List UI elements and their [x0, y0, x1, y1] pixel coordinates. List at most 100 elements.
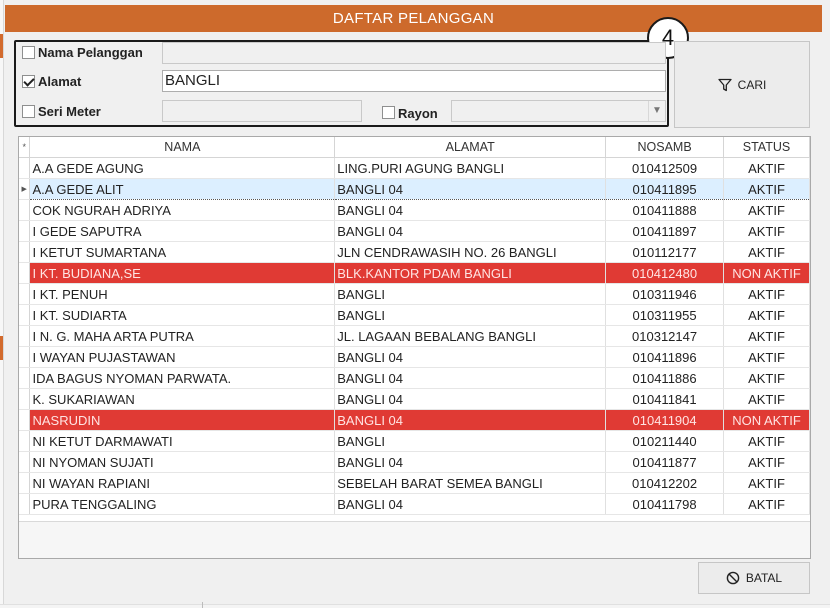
- table-row[interactable]: NASRUDIN BANGLI 04 010411904 NON AKTIF: [19, 409, 810, 431]
- cell-nama[interactable]: PURA TENGGALING: [29, 493, 336, 515]
- cell-nosamb[interactable]: 010411886: [605, 367, 725, 389]
- cell-nama[interactable]: NI WAYAN RAPIANI: [29, 472, 336, 494]
- cell-nama[interactable]: I KT. BUDIANA,SE: [29, 262, 336, 284]
- cell-alamat[interactable]: BANGLI: [334, 283, 607, 305]
- cell-nosamb[interactable]: 010411888: [605, 199, 725, 221]
- cell-status[interactable]: AKTIF: [723, 241, 810, 263]
- cell-nama[interactable]: I KT. PENUH: [29, 283, 336, 305]
- column-header-nosamb[interactable]: NOSAMB: [605, 137, 725, 158]
- cell-status[interactable]: AKTIF: [723, 346, 810, 368]
- cell-nosamb[interactable]: 010311946: [605, 283, 725, 305]
- row-selector[interactable]: [19, 304, 31, 326]
- table-row[interactable]: K. SUKARIAWAN BANGLI 04 010411841 AKTIF: [19, 388, 810, 410]
- row-selector[interactable]: [19, 388, 31, 410]
- cell-nosamb[interactable]: 010412509: [605, 157, 725, 179]
- cell-alamat[interactable]: JL. LAGAAN BEBALANG BANGLI: [334, 325, 607, 347]
- cell-alamat[interactable]: BANGLI 04: [334, 388, 607, 410]
- cell-nosamb[interactable]: 010412202: [605, 472, 725, 494]
- cell-nama[interactable]: I GEDE SAPUTRA: [29, 220, 336, 242]
- cell-status[interactable]: AKTIF: [723, 367, 810, 389]
- cell-alamat[interactable]: BANGLI 04: [334, 346, 607, 368]
- cell-alamat[interactable]: SEBELAH BARAT SEMEA BANGLI: [334, 472, 607, 494]
- cell-status[interactable]: AKTIF: [723, 157, 810, 179]
- cell-nama[interactable]: A.A GEDE AGUNG: [29, 157, 336, 179]
- column-header-nama[interactable]: NAMA: [29, 137, 336, 158]
- table-row[interactable]: I KT. BUDIANA,SE BLK.KANTOR PDAM BANGLI 01…: [19, 262, 810, 284]
- cell-alamat[interactable]: BANGLI 04: [334, 409, 607, 431]
- alamat-input[interactable]: BANGLI: [162, 70, 666, 92]
- cell-nama[interactable]: NI KETUT DARMAWATI: [29, 430, 336, 452]
- row-selector[interactable]: [19, 241, 31, 263]
- table-row[interactable]: I KT. SUDIARTA BANGLI 010311955 AKTIF: [19, 304, 810, 326]
- table-row[interactable]: A.A GEDE AGUNG LING.PURI AGUNG BANGLI 0104…: [19, 157, 810, 179]
- cell-nosamb[interactable]: 010412480: [605, 262, 725, 284]
- table-row[interactable]: I KETUT SUMARTANA JLN CENDRAWASIH NO. 26 …: [19, 241, 810, 263]
- cell-status[interactable]: AKTIF: [723, 220, 810, 242]
- cell-alamat[interactable]: LING.PURI AGUNG BANGLI: [334, 157, 607, 179]
- chevron-down-icon[interactable]: ▼: [648, 101, 665, 121]
- cell-status[interactable]: AKTIF: [723, 199, 810, 221]
- cell-alamat[interactable]: BANGLI 04: [334, 199, 607, 221]
- cell-nama[interactable]: I WAYAN PUJASTAWAN: [29, 346, 336, 368]
- row-selector[interactable]: [19, 430, 31, 452]
- row-selector[interactable]: [19, 409, 31, 431]
- cell-nosamb[interactable]: 010312147: [605, 325, 725, 347]
- cell-nosamb[interactable]: 010411798: [605, 493, 725, 515]
- current-row-arrow-icon[interactable]: ▶: [19, 178, 31, 200]
- cell-nama[interactable]: K. SUKARIAWAN: [29, 388, 336, 410]
- table-row[interactable]: NI KETUT DARMAWATI BANGLI 010211440 AKTIF: [19, 430, 810, 452]
- alamat-checkbox[interactable]: [22, 75, 35, 88]
- cell-nosamb[interactable]: 010211440: [605, 430, 725, 452]
- cell-status[interactable]: AKTIF: [723, 451, 810, 473]
- cell-nosamb[interactable]: 010411904: [605, 409, 725, 431]
- table-row[interactable]: ▶ A.A GEDE ALIT BANGLI 04 010411895 AKTIF: [19, 178, 810, 200]
- table-row[interactable]: NI NYOMAN SUJATI BANGLI 04 010411877 AKTIF: [19, 451, 810, 473]
- cell-alamat[interactable]: BANGLI 04: [334, 451, 607, 473]
- rayon-checkbox[interactable]: [382, 106, 395, 119]
- cell-status[interactable]: NON AKTIF: [723, 262, 810, 284]
- table-row[interactable]: I N. G. MAHA ARTA PUTRA JL. LAGAAN BEBALA…: [19, 325, 810, 347]
- cell-alamat[interactable]: BLK.KANTOR PDAM BANGLI: [334, 262, 607, 284]
- nama-pelanggan-input[interactable]: [162, 42, 666, 64]
- row-selector[interactable]: [19, 346, 31, 368]
- cell-status[interactable]: AKTIF: [723, 325, 810, 347]
- cell-alamat[interactable]: BANGLI: [334, 430, 607, 452]
- table-row[interactable]: PURA TENGGALING BANGLI 04 010411798 AKTIF: [19, 493, 810, 515]
- cell-nama[interactable]: I KETUT SUMARTANA: [29, 241, 336, 263]
- rayon-dropdown[interactable]: ▼: [451, 100, 666, 122]
- cell-nama[interactable]: A.A GEDE ALIT: [29, 178, 336, 200]
- cell-alamat[interactable]: BANGLI 04: [334, 178, 607, 200]
- cell-alamat[interactable]: BANGLI 04: [334, 367, 607, 389]
- table-row[interactable]: I GEDE SAPUTRA BANGLI 04 010411897 AKTIF: [19, 220, 810, 242]
- cell-status[interactable]: AKTIF: [723, 493, 810, 515]
- nama-pelanggan-checkbox[interactable]: [22, 46, 35, 59]
- row-selector[interactable]: [19, 262, 31, 284]
- cell-nama[interactable]: I N. G. MAHA ARTA PUTRA: [29, 325, 336, 347]
- cell-nosamb[interactable]: 010411877: [605, 451, 725, 473]
- cell-status[interactable]: AKTIF: [723, 388, 810, 410]
- column-header-alamat[interactable]: ALAMAT: [334, 137, 607, 158]
- customer-grid[interactable]: * NAMA ALAMAT NOSAMB STATUS A.A GEDE AGU…: [18, 136, 811, 559]
- cell-nosamb[interactable]: 010411841: [605, 388, 725, 410]
- row-selector[interactable]: [19, 367, 31, 389]
- cell-nama[interactable]: NASRUDIN: [29, 409, 336, 431]
- cell-status[interactable]: AKTIF: [723, 304, 810, 326]
- cell-alamat[interactable]: BANGLI: [334, 304, 607, 326]
- seri-meter-checkbox[interactable]: [22, 105, 35, 118]
- cari-button[interactable]: CARI: [674, 41, 810, 128]
- cell-nosamb[interactable]: 010411897: [605, 220, 725, 242]
- cell-status[interactable]: AKTIF: [723, 472, 810, 494]
- cell-alamat[interactable]: BANGLI 04: [334, 220, 607, 242]
- cell-nama[interactable]: I KT. SUDIARTA: [29, 304, 336, 326]
- row-selector[interactable]: [19, 157, 31, 179]
- table-row[interactable]: I WAYAN PUJASTAWAN BANGLI 04 010411896 AKTI…: [19, 346, 810, 368]
- row-selector[interactable]: [19, 325, 31, 347]
- table-row[interactable]: I KT. PENUH BANGLI 010311946 AKTIF: [19, 283, 810, 305]
- batal-button[interactable]: BATAL: [698, 562, 810, 594]
- cell-status[interactable]: NON AKTIF: [723, 409, 810, 431]
- table-row[interactable]: COK NGURAH ADRIYA BANGLI 04 010411888 AKTIF: [19, 199, 810, 221]
- cell-nosamb[interactable]: 010411896: [605, 346, 725, 368]
- cell-nosamb[interactable]: 010411895: [605, 178, 725, 200]
- cell-status[interactable]: AKTIF: [723, 430, 810, 452]
- row-selector-header[interactable]: *: [19, 137, 31, 158]
